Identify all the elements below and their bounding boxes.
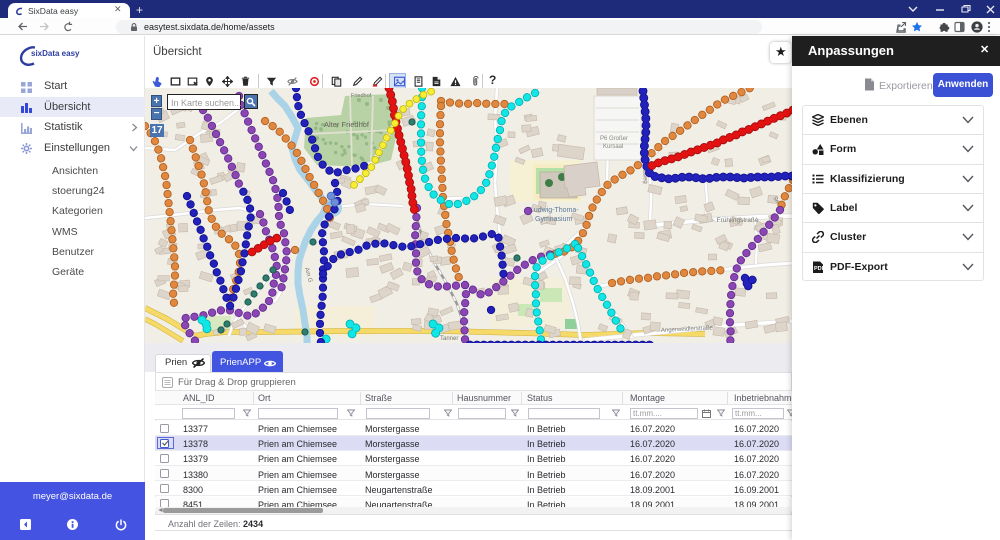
svg-text:P6 Großer: P6 Großer <box>600 136 628 142</box>
svg-text:Friedhof: Friedhof <box>351 93 372 99</box>
svg-text:Gymnasium: Gymnasium <box>535 216 573 223</box>
svg-text:~ Frühlingstraße: ~ Frühlingstraße <box>711 217 759 224</box>
svg-text:Tanner: Tanner <box>440 336 458 342</box>
svg-text:PDF: PDF <box>814 266 824 272</box>
svg-text:Ludwig-Thoma-: Ludwig-Thoma- <box>530 207 579 214</box>
svg-text:Kursaal: Kursaal <box>603 144 623 150</box>
svg-text:Alter Friedhof: Alter Friedhof <box>324 120 370 129</box>
